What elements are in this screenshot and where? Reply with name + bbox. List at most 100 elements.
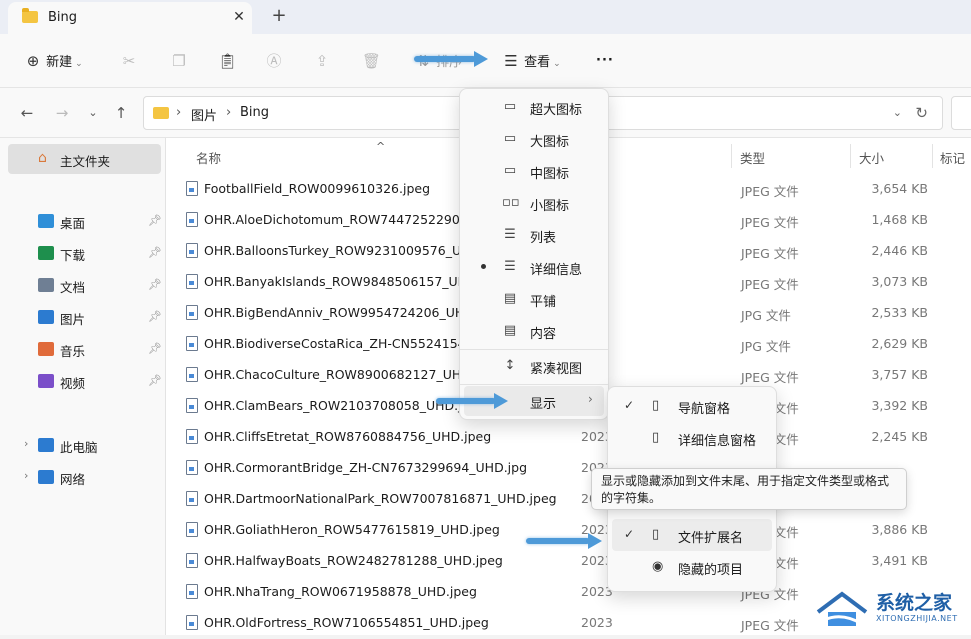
column-divider bbox=[850, 144, 851, 168]
breadcrumb-separator: › bbox=[226, 105, 232, 120]
chevron-right-icon[interactable]: › bbox=[24, 469, 28, 482]
more-options-button[interactable]: ··· bbox=[596, 47, 614, 75]
sidebar-item-tree[interactable]: › 网络 bbox=[8, 462, 161, 492]
menu-item-view-mode[interactable]: ▤ 平铺 bbox=[464, 284, 604, 314]
new-button[interactable]: ⊕ 新建 ⌄ bbox=[24, 47, 83, 75]
navigation-pane-icon: ▯ bbox=[652, 398, 660, 413]
column-header-name[interactable]: 名称 bbox=[196, 148, 221, 167]
address-dropdown-icon[interactable]: ⌄ bbox=[893, 106, 902, 119]
sidebar-item-quick-access[interactable]: 文档 📌︎ bbox=[8, 270, 162, 300]
column-divider bbox=[932, 144, 933, 168]
sidebar-item-quick-access[interactable]: 图片 📌︎ bbox=[8, 302, 162, 332]
sidebar-item-label: 图片 bbox=[60, 312, 86, 327]
watermark-logo: 系统之家 XITONGZHIJIA.NET bbox=[810, 586, 971, 635]
sidebar-item-quick-access[interactable]: 下载 📌︎ bbox=[8, 238, 162, 268]
menu-item-label: 导航窗格 bbox=[678, 402, 731, 417]
menu-item-label: 内容 bbox=[530, 327, 557, 342]
menu-item-label: 大图标 bbox=[530, 135, 570, 150]
image-file-icon bbox=[186, 615, 198, 630]
new-tab-button[interactable]: + bbox=[268, 5, 290, 27]
close-tab-button[interactable]: ✕ bbox=[228, 7, 250, 27]
menu-item-show-option[interactable]: ✓ ▯ 文件扩展名 bbox=[612, 519, 772, 551]
table-row[interactable]: OHR.HalfwayBoats_ROW2482781288_UHD.jpeg 2… bbox=[166, 546, 971, 577]
copy-button[interactable]: ❐ bbox=[170, 47, 188, 75]
sidebar-item-label: 主文件夹 bbox=[60, 154, 111, 169]
menu-item-view-mode[interactable]: ▭ 超大图标 bbox=[464, 92, 604, 122]
file-name: FootballField_ROW0099610326.jpeg bbox=[204, 181, 431, 196]
delete-button[interactable]: 🗑︎ bbox=[362, 47, 381, 75]
arrow-head bbox=[588, 533, 602, 549]
menu-item-view-mode[interactable]: ☰ 列表 bbox=[464, 220, 604, 250]
sidebar-item-label: 视频 bbox=[60, 376, 86, 391]
breadcrumb-pictures[interactable]: 图片 bbox=[191, 105, 217, 124]
arrow-head bbox=[474, 51, 488, 67]
file-name: OHR.OldFortress_ROW7106554851_UHD.jpeg bbox=[204, 615, 489, 630]
menu-item-label: 小图标 bbox=[530, 199, 570, 214]
tab-strip: Bing ✕ + bbox=[0, 0, 971, 34]
tab-title: Bing bbox=[48, 10, 78, 25]
image-file-icon bbox=[186, 491, 198, 506]
image-file-icon bbox=[186, 243, 198, 258]
arrow-shaft bbox=[436, 398, 496, 404]
rename-button[interactable]: Ⓐ bbox=[265, 47, 283, 75]
chevron-right-icon[interactable]: › bbox=[24, 437, 28, 450]
tab-bing[interactable]: Bing ✕ bbox=[8, 2, 252, 34]
view-icon: ☰ bbox=[504, 52, 518, 70]
view-button[interactable]: ☰ 查看 ⌄ bbox=[502, 47, 560, 75]
sidebar-item-quick-access[interactable]: 视频 📌︎ bbox=[8, 366, 162, 396]
file-size: 3,757 KB bbox=[871, 367, 928, 382]
menu-item-compact-view[interactable]: ↕ 紧凑视图 bbox=[464, 351, 604, 381]
search-input[interactable] bbox=[951, 96, 971, 130]
file-name: OHR.GoliathHeron_ROW5477615819_UHD.jpeg bbox=[204, 522, 500, 537]
file-type: JPEG 文件 bbox=[741, 215, 799, 230]
paste-button[interactable]: 📋︎ bbox=[218, 47, 237, 75]
sort-ascending-icon: ^ bbox=[376, 140, 386, 153]
arrow-shaft bbox=[526, 538, 590, 544]
sidebar-item-home[interactable]: ⌂ 主文件夹 bbox=[8, 144, 161, 174]
hidden-items-icon: ◉ bbox=[652, 559, 664, 574]
extra-large-icons-icon: ▭ bbox=[503, 99, 517, 114]
menu-item-view-mode[interactable]: ▫▫ 小图标 bbox=[464, 188, 604, 218]
folder-icon bbox=[38, 310, 54, 324]
refresh-icon[interactable]: ↻ bbox=[915, 104, 928, 122]
menu-item-show-option[interactable]: ▯ 详细信息窗格 bbox=[612, 422, 772, 454]
menu-item-label: 平铺 bbox=[530, 295, 557, 310]
share-button[interactable]: ⇪ bbox=[313, 47, 331, 75]
breadcrumb-bing[interactable]: Bing bbox=[240, 105, 269, 120]
sidebar-item-quick-access[interactable]: 音乐 📌︎ bbox=[8, 334, 162, 364]
back-arrow-icon[interactable]: ← bbox=[16, 102, 38, 124]
menu-item-label: 显示 bbox=[530, 397, 557, 412]
checkmark-icon: ✓ bbox=[624, 527, 635, 541]
menu-item-label: 文件扩展名 bbox=[678, 531, 744, 546]
file-size: 2,446 KB bbox=[871, 243, 928, 258]
up-arrow-icon[interactable]: ↑ bbox=[110, 102, 132, 124]
menu-item-show-option[interactable]: ◉ 隐藏的项目 bbox=[612, 551, 772, 583]
file-size: 3,886 KB bbox=[871, 522, 928, 537]
file-date: 2023 bbox=[581, 615, 613, 630]
table-row[interactable]: OHR.CliffsEtretat_ROW8760884756_UHD.jpeg… bbox=[166, 422, 971, 453]
sidebar-item-tree[interactable]: › 此电脑 bbox=[8, 430, 161, 460]
large-icons-icon: ▭ bbox=[503, 131, 517, 146]
image-file-icon bbox=[186, 584, 198, 599]
recent-chevron-icon[interactable]: ⌄ bbox=[82, 102, 104, 124]
list-icon: ☰ bbox=[504, 227, 516, 242]
sidebar-item-quick-access[interactable]: 桌面 📌︎ bbox=[8, 206, 162, 236]
sidebar-item-label: 下载 bbox=[60, 248, 86, 263]
menu-item-label: 列表 bbox=[530, 231, 557, 246]
image-file-icon bbox=[186, 429, 198, 444]
image-file-icon bbox=[186, 212, 198, 227]
image-file-icon bbox=[186, 367, 198, 382]
computer-icon bbox=[38, 438, 54, 452]
column-header-type[interactable]: 类型 bbox=[740, 148, 765, 167]
cut-button[interactable]: ✂ bbox=[120, 47, 138, 75]
menu-item-view-mode[interactable]: ☰ 详细信息 bbox=[464, 252, 604, 282]
forward-arrow-icon[interactable]: → bbox=[51, 102, 73, 124]
menu-item-show-option[interactable]: ✓ ▯ 导航窗格 bbox=[612, 390, 772, 422]
network-icon bbox=[38, 470, 54, 484]
menu-item-view-mode[interactable]: ▭ 中图标 bbox=[464, 156, 604, 186]
menu-item-view-mode[interactable]: ▭ 大图标 bbox=[464, 124, 604, 154]
menu-item-view-mode[interactable]: ▤ 内容 bbox=[464, 316, 604, 346]
column-header-size[interactable]: 大小 bbox=[859, 148, 884, 167]
column-header-tags[interactable]: 标记 bbox=[940, 148, 965, 167]
selected-dot-icon bbox=[481, 264, 486, 269]
